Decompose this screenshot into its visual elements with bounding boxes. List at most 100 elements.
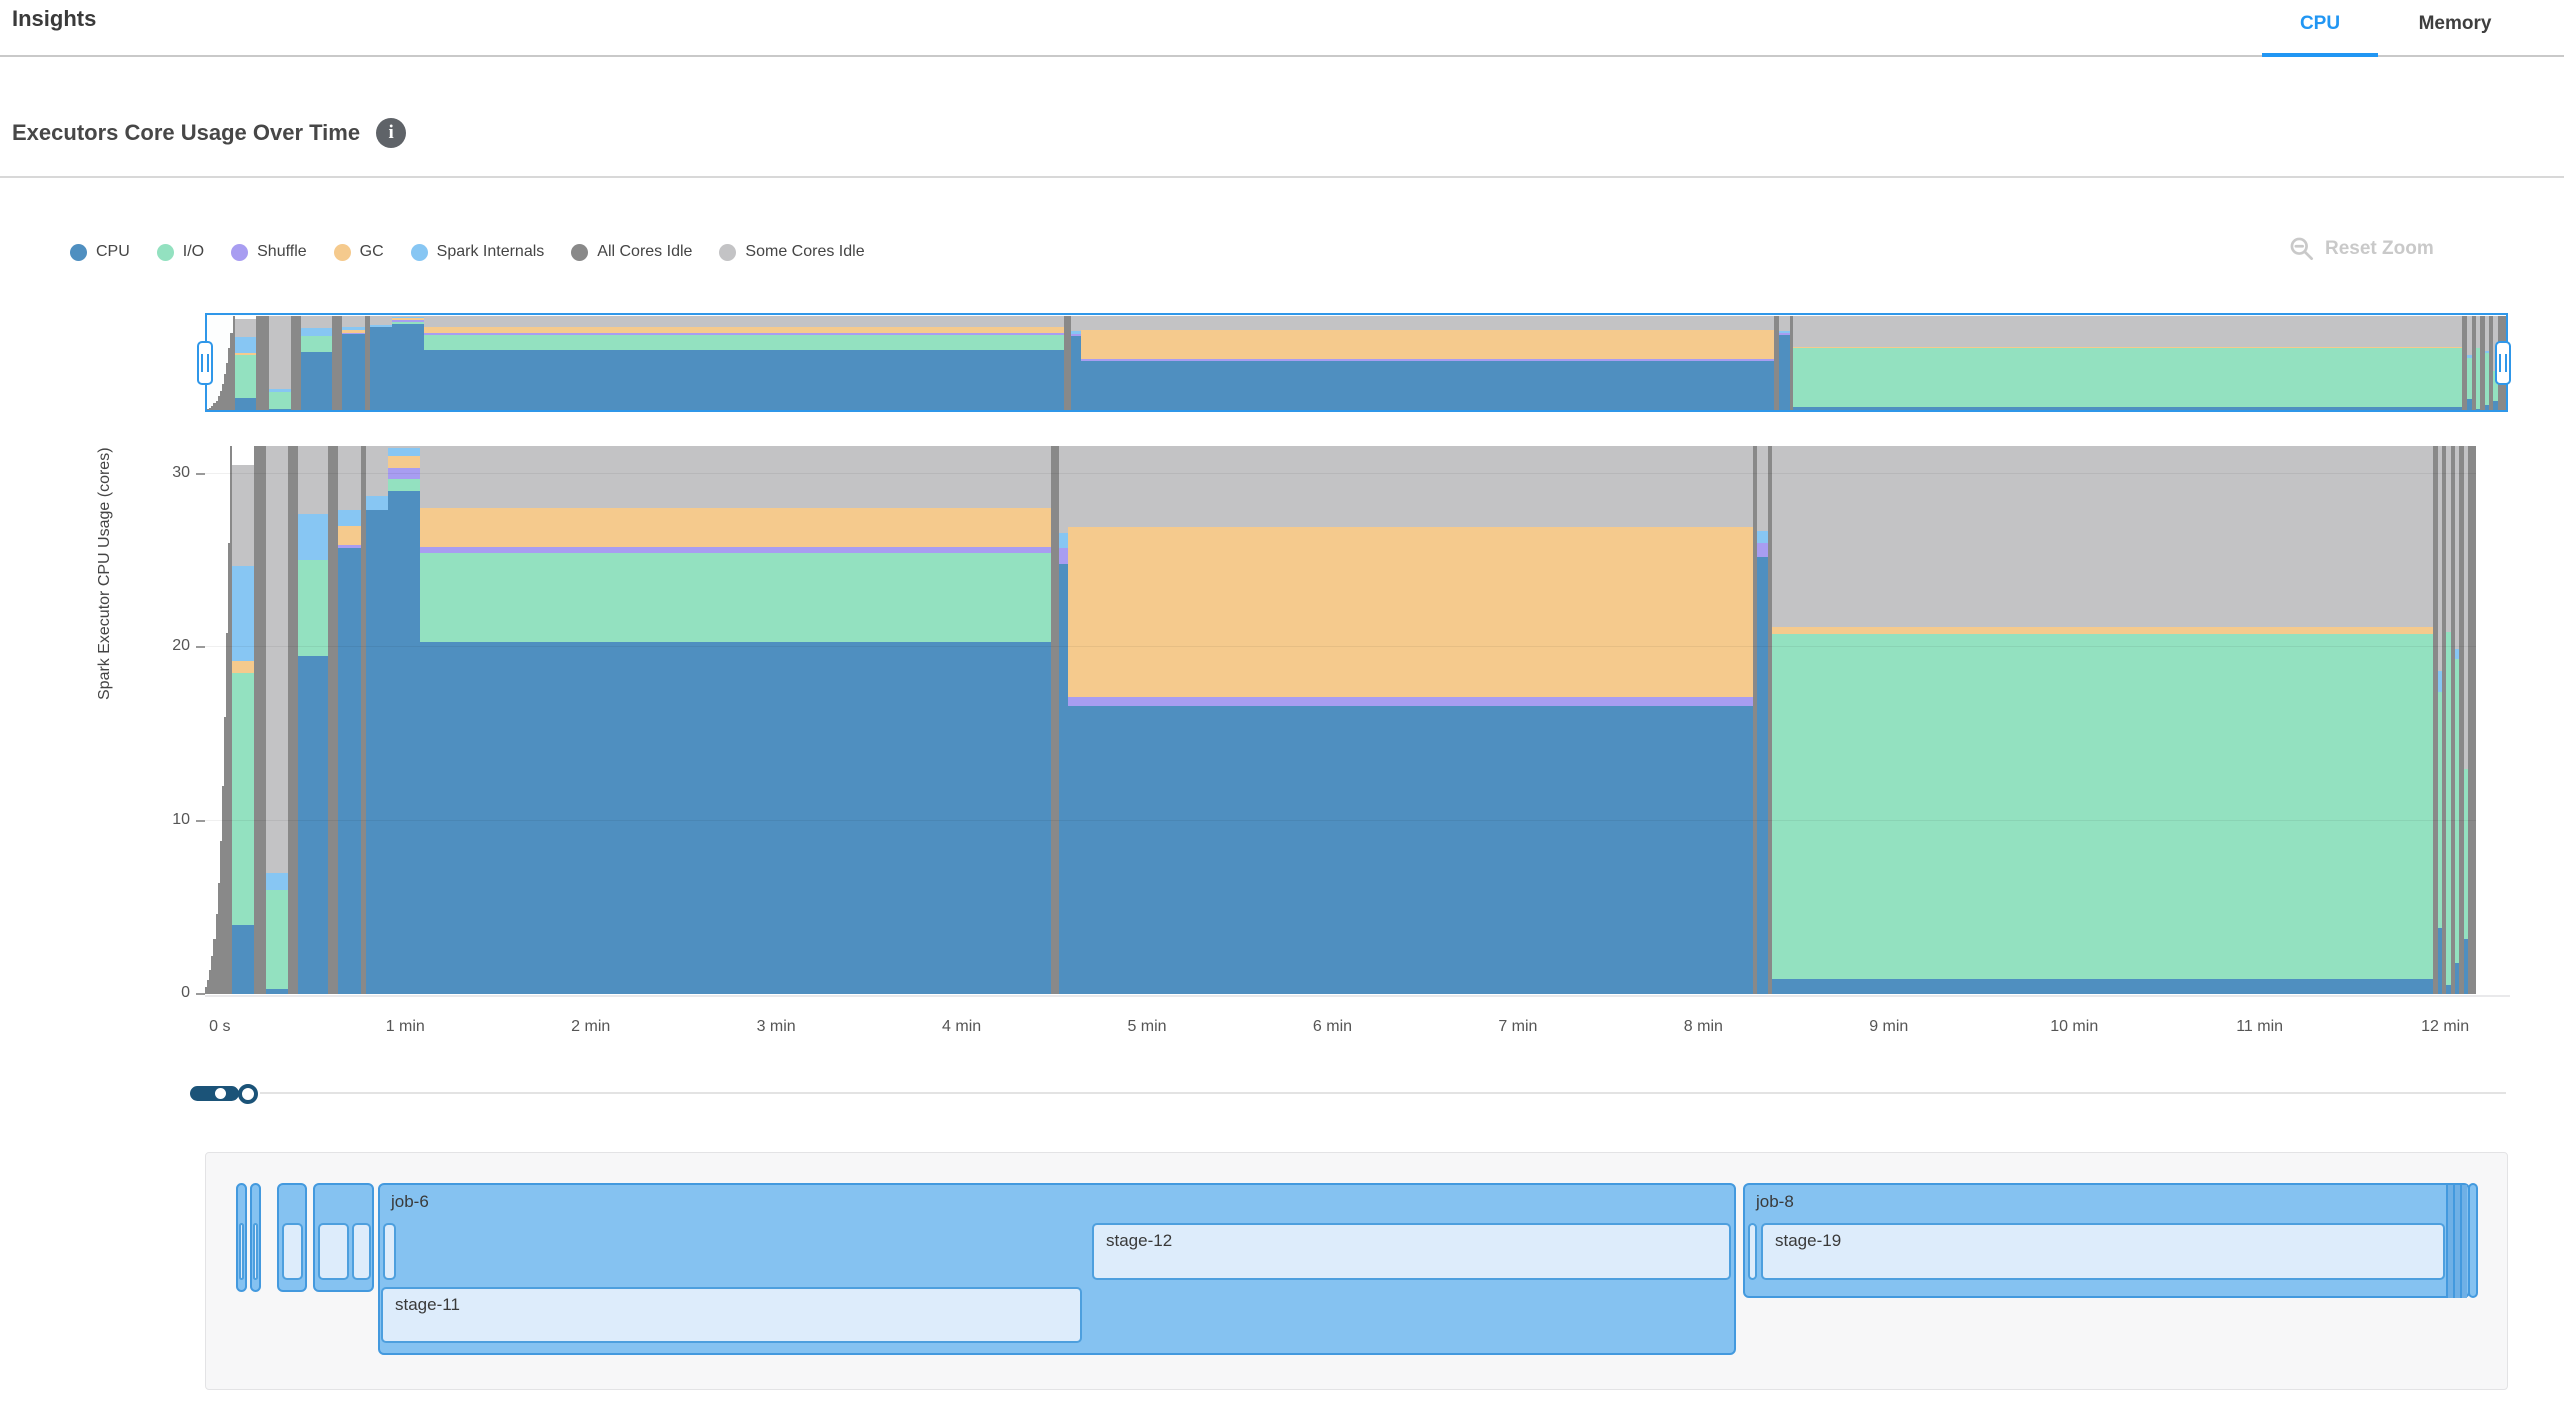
legend-item-cpu[interactable]: CPU — [70, 243, 130, 261]
legend-item-label: All Cores Idle — [597, 243, 692, 261]
chart-band — [1757, 557, 1768, 994]
y-tick-mark — [196, 646, 205, 648]
chart-band — [424, 335, 1063, 350]
y-axis-title: Spark Executor CPU Usage (cores) — [96, 447, 114, 700]
chart-band — [1081, 361, 1774, 410]
chart-segment — [232, 439, 254, 994]
timeline-stage[interactable] — [1748, 1223, 1757, 1280]
toggle-knob-icon — [215, 1088, 226, 1099]
idle-band — [1071, 316, 1080, 331]
brush-handle-left[interactable] — [197, 341, 213, 385]
x-tick-label: 0 s — [175, 1018, 265, 1036]
timeline-job-stripe[interactable] — [2446, 1185, 2453, 1298]
idle-band — [2468, 446, 2476, 994]
gridline — [205, 473, 2476, 474]
idle-band — [1757, 446, 1768, 531]
slider-handle[interactable] — [238, 1084, 258, 1104]
chart-band — [1779, 333, 1790, 335]
chart-band — [1071, 331, 1080, 334]
active-tab-underline — [2262, 53, 2378, 57]
chart-band — [1757, 543, 1768, 557]
idle-band — [332, 316, 342, 410]
chart-band — [392, 322, 424, 324]
idle-band — [298, 446, 328, 514]
page-title: Insights — [12, 6, 96, 32]
tab-cpu[interactable]: CPU — [2262, 6, 2378, 48]
chart-band — [1071, 334, 1080, 337]
timeline-job-stripe[interactable] — [2460, 1185, 2467, 1298]
chart-band — [370, 327, 393, 410]
timeline-stage[interactable] — [383, 1223, 396, 1280]
chart-band — [392, 320, 424, 322]
legend-item-some-cores-idle[interactable]: Some Cores Idle — [719, 243, 864, 261]
chart-band — [342, 327, 365, 330]
chart-band — [269, 409, 291, 410]
legend-item-label: Shuffle — [257, 243, 307, 261]
chart-segment — [338, 439, 361, 994]
chart-segment — [298, 439, 328, 994]
chart-band — [392, 324, 424, 410]
idle-band — [342, 316, 365, 327]
minimap-chart[interactable] — [207, 315, 2506, 410]
legend-item-spark-internals[interactable]: Spark Internals — [411, 243, 545, 261]
x-tick-label: 2 min — [546, 1018, 636, 1036]
chart-band — [232, 925, 254, 994]
timeline-stage[interactable] — [352, 1223, 371, 1280]
legend-dot-icon — [719, 244, 736, 261]
slider-track — [260, 1092, 2506, 1094]
chart-band — [1059, 564, 1068, 994]
chart-segment — [366, 439, 388, 994]
legend-item-all-cores-idle[interactable]: All Cores Idle — [571, 243, 692, 261]
legend-item-i-o[interactable]: I/O — [157, 243, 204, 261]
chart-band — [301, 352, 332, 410]
tab-memory[interactable]: Memory — [2392, 6, 2518, 48]
grip-icon — [201, 354, 209, 372]
chart-band — [420, 547, 1051, 554]
idle-band — [232, 465, 254, 566]
legend-dot-icon — [157, 244, 174, 261]
chart-band — [266, 890, 288, 989]
chart-band — [1772, 627, 2433, 634]
chart-band — [424, 327, 1063, 334]
y-tick-label: 10 — [140, 811, 190, 829]
timeline-job-stripe[interactable] — [2453, 1185, 2460, 1298]
idle-band — [1059, 446, 1068, 533]
chart-band — [1081, 359, 1774, 361]
idle-band — [420, 446, 1051, 508]
info-icon[interactable]: i — [376, 118, 406, 148]
chart-segment — [254, 439, 266, 994]
cpu-usage-chart[interactable] — [205, 439, 2476, 994]
legend-item-gc[interactable]: GC — [334, 243, 384, 261]
chart-segment — [392, 315, 424, 410]
chart-band — [235, 337, 257, 353]
zoom-out-magnifier-icon — [2288, 235, 2315, 262]
reset-zoom-button[interactable]: Reset Zoom — [2288, 235, 2434, 262]
timeline-stage[interactable] — [318, 1223, 349, 1280]
chart-band — [1059, 548, 1068, 564]
chart-band — [342, 333, 365, 334]
x-tick-label: 11 min — [2215, 1018, 2305, 1036]
timeline-stage[interactable] — [239, 1223, 244, 1280]
chart-segment — [1772, 439, 2433, 994]
idle-band — [1051, 446, 1059, 994]
x-tick-label: 3 min — [731, 1018, 821, 1036]
timeline-stage[interactable] — [282, 1223, 303, 1280]
timeline-stage-stage-11[interactable] — [381, 1287, 1082, 1343]
chart-band — [1772, 979, 2433, 994]
brush-handle-right[interactable] — [2495, 341, 2511, 385]
chart-band — [269, 392, 291, 409]
timeline-stage-stage-12[interactable] — [1092, 1223, 1731, 1280]
legend-item-label: Some Cores Idle — [745, 243, 864, 261]
legend-dot-icon — [334, 244, 351, 261]
legend-item-shuffle[interactable]: Shuffle — [231, 243, 307, 261]
idle-band — [288, 446, 298, 994]
timeline-job[interactable] — [2468, 1183, 2478, 1298]
section-heading: Executors Core Usage Over Time i — [12, 118, 406, 148]
chart-band — [420, 642, 1051, 994]
chart-band — [338, 545, 361, 548]
chart-band — [388, 491, 420, 994]
timeline-stage[interactable] — [253, 1223, 258, 1280]
chart-band — [1772, 634, 2433, 979]
timeline-stage-stage-19[interactable] — [1761, 1223, 2445, 1280]
x-tick-label: 10 min — [2029, 1018, 2119, 1036]
